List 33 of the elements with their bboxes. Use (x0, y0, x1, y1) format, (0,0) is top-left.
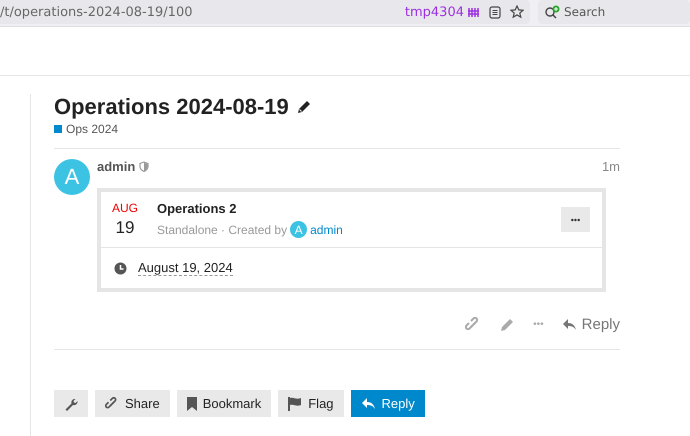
fence-icon (468, 6, 480, 18)
reply-button[interactable]: Reply (350, 390, 425, 417)
topic-title: Operations 2024-08-19 (54, 94, 289, 120)
url-text: /t/operations-2024-08-19/100 (0, 4, 194, 20)
reply-icon (360, 397, 376, 410)
event-month: AUG (112, 201, 138, 215)
address-bar[interactable]: /t/operations-2024-08-19/100 tmp4304 (0, 0, 530, 24)
category-link[interactable]: Ops 2024 (66, 122, 118, 136)
shield-icon (139, 161, 150, 172)
creator-link[interactable]: admin (310, 222, 343, 236)
reader-view-icon[interactable] (489, 6, 501, 18)
search-field[interactable]: Search (538, 0, 690, 24)
bookmark-button[interactable]: Bookmark (176, 390, 272, 417)
share-button[interactable]: Share (95, 390, 170, 417)
clock-icon (114, 262, 127, 274)
reply-button[interactable]: Reply (562, 316, 620, 333)
event-status: Standalone · Created by (157, 222, 288, 236)
search-icon (544, 5, 560, 19)
event-name: Operations 2 (157, 201, 238, 216)
star-icon[interactable] (510, 5, 524, 19)
bookmark-icon (186, 396, 197, 410)
post-age[interactable]: 1m (602, 159, 620, 174)
event-day: 19 (116, 218, 134, 238)
container-label[interactable]: tmp4304 (404, 4, 464, 20)
reply-icon (562, 318, 577, 331)
link-icon (105, 396, 119, 410)
admin-button[interactable] (54, 390, 88, 417)
event-date[interactable]: August 19, 2024 (138, 260, 233, 276)
author-name[interactable]: admin (97, 159, 136, 174)
more-button[interactable]: ••• (561, 207, 590, 232)
wrench-icon (64, 396, 78, 410)
flag-button[interactable]: Flag (278, 390, 344, 417)
flag-icon (288, 396, 302, 410)
